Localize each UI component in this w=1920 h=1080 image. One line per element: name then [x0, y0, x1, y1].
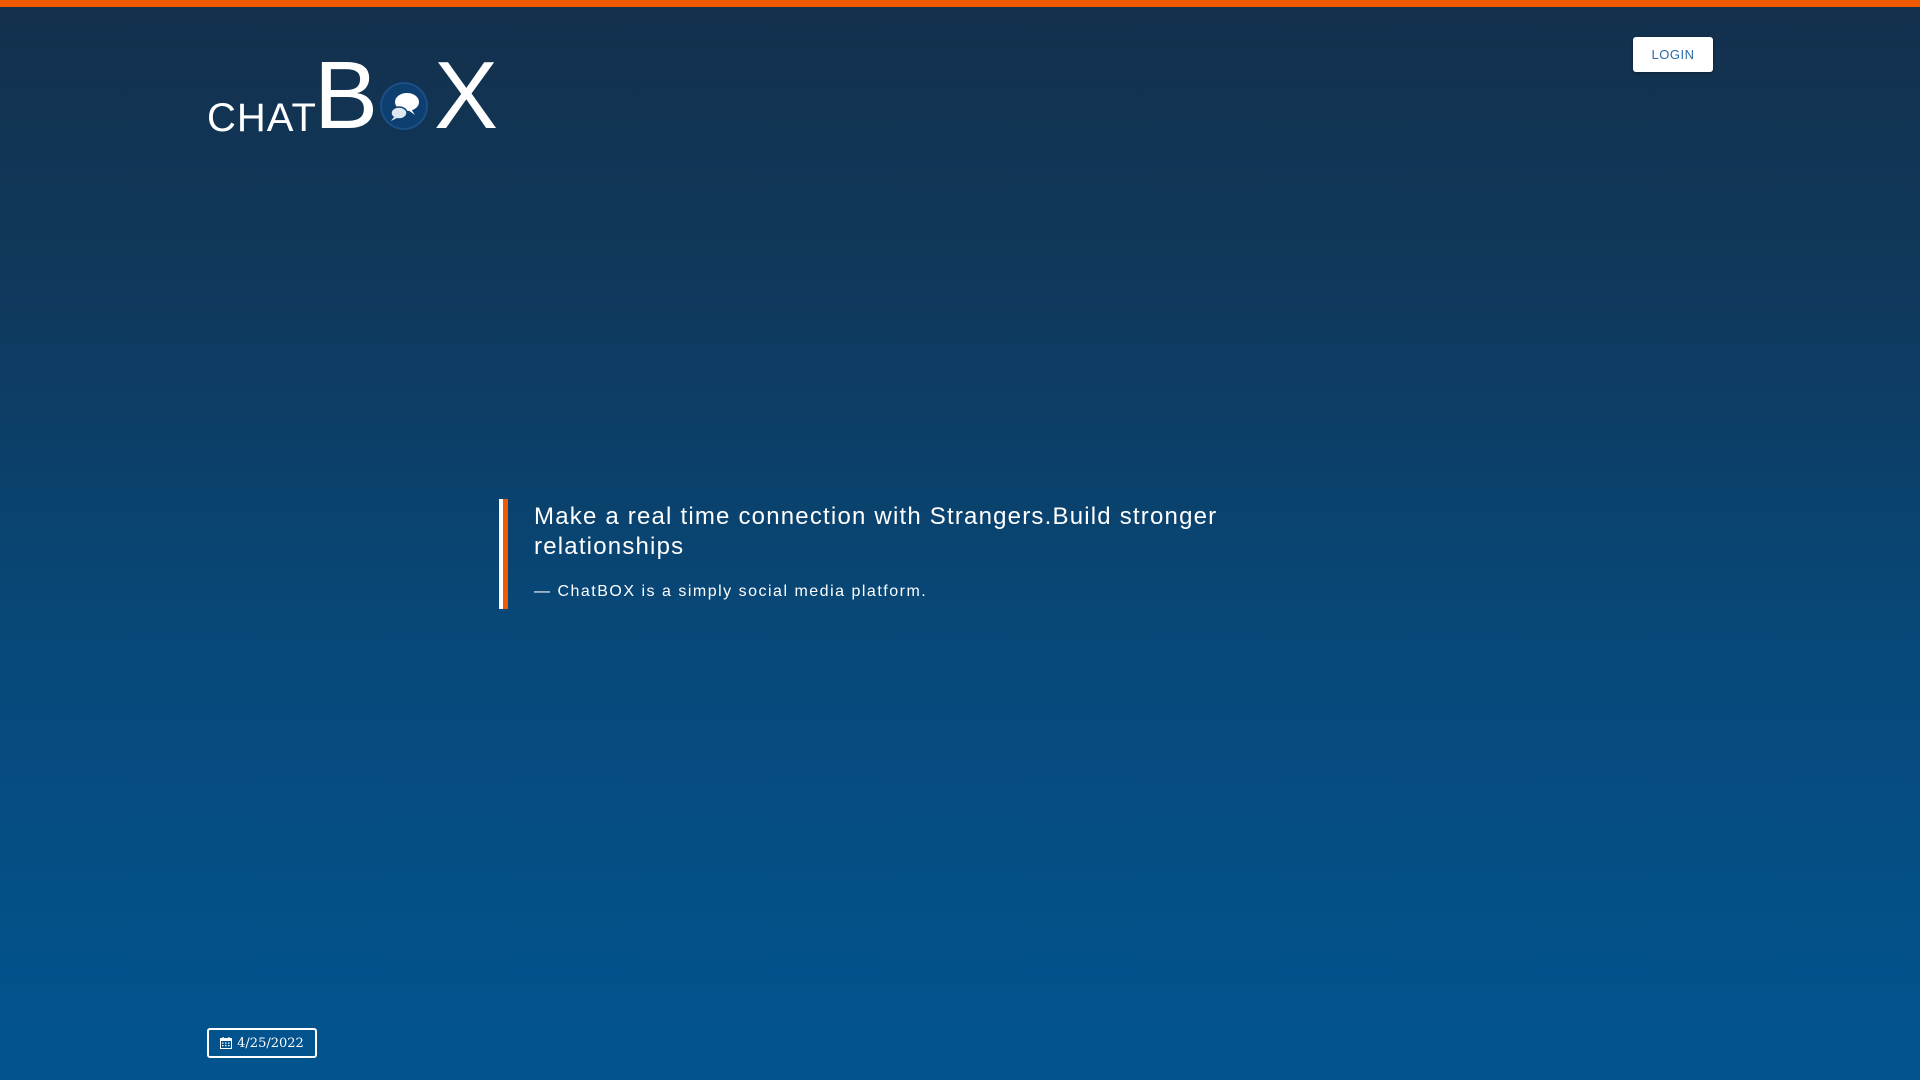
chatbox-logo[interactable]: CHAT B X	[207, 48, 527, 148]
calendar-icon	[220, 1037, 233, 1049]
login-button[interactable]: LOGIN	[1633, 37, 1713, 72]
logo-text-x: X	[434, 42, 499, 149]
top-accent-bar	[0, 0, 1920, 7]
quote-border-accent	[503, 499, 508, 609]
quote-attribution: — ChatBOX is a simply social media platf…	[534, 583, 928, 600]
date-badge: 4/25/2022	[207, 1028, 317, 1058]
date-text: 4/25/2022	[237, 1035, 304, 1051]
hero-quote: Make a real time connection with Strange…	[499, 499, 1299, 609]
chat-bubbles-icon	[380, 82, 428, 130]
logo-text-chat: CHAT	[207, 96, 317, 140]
quote-text: Make a real time connection with Strange…	[534, 503, 1218, 560]
logo-text-b: B	[314, 42, 379, 149]
